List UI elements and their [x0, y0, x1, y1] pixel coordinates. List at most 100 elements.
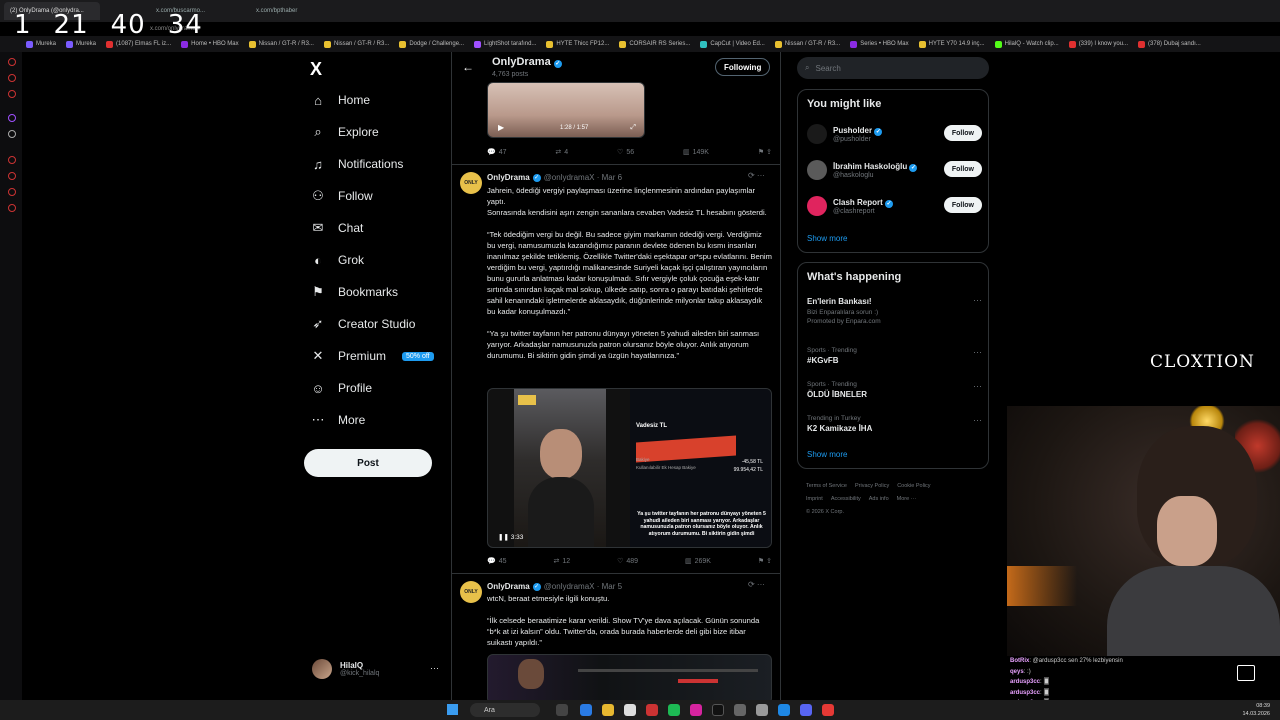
bookmark-item[interactable]: HYTE Y70 14.9 inç...: [918, 40, 985, 48]
address-bar[interactable]: x.com/onlydramaX: [90, 22, 1120, 36]
video-player[interactable]: [487, 654, 772, 700]
repost-button[interactable]: ⇄ 4: [555, 148, 568, 157]
trend-item[interactable]: Sports · Trending #KGvFB ···: [807, 347, 982, 365]
footer-link[interactable]: Ads info: [869, 496, 889, 502]
pause-icon[interactable]: ❚❚: [498, 534, 509, 541]
bookmark-item[interactable]: Mureka: [26, 40, 56, 48]
sidebar-app-icon[interactable]: [8, 74, 16, 82]
nav-item-grok[interactable]: ◐ Grok: [310, 252, 364, 268]
discord-icon[interactable]: [800, 704, 812, 716]
avatar[interactable]: ONLY: [460, 581, 482, 603]
bookmark-item[interactable]: Nissan / GT-R / R3...: [774, 40, 840, 48]
suggestion-row[interactable]: Clash Report ✓ @clashreport Follow: [807, 193, 982, 219]
spotify-icon[interactable]: [668, 704, 680, 716]
back-arrow-icon[interactable]: ←: [462, 60, 474, 74]
nav-item-profile[interactable]: ☺ Profile: [310, 380, 372, 396]
bookmark-item[interactable]: (339) I know you...: [1068, 40, 1128, 48]
sidebar-app-icon[interactable]: [8, 188, 16, 196]
bookmark-item[interactable]: (378) Dubaj sandı...: [1138, 40, 1201, 48]
opera-icon[interactable]: [646, 704, 658, 716]
footer-link[interactable]: Accessibility: [831, 496, 861, 502]
sidebar-app-icon[interactable]: [8, 130, 16, 138]
tweet-handle-date[interactable]: @onlydramaX · Mar 6: [544, 173, 622, 182]
like-button[interactable]: ♡ 56: [617, 148, 634, 157]
following-button[interactable]: Following: [715, 58, 771, 76]
tiktok-icon[interactable]: [712, 704, 724, 716]
bookmark-icon[interactable]: ⚑ ⇪: [758, 148, 772, 156]
instagram-icon[interactable]: [690, 704, 702, 716]
tweet-author[interactable]: OnlyDrama: [487, 582, 530, 591]
bookmark-item[interactable]: LightShot tarafınd...: [474, 40, 536, 48]
views-button[interactable]: ▥ 269K: [685, 557, 711, 566]
footer-link[interactable]: Imprint: [806, 496, 823, 502]
store-icon[interactable]: [624, 704, 636, 716]
footer-link[interactable]: Terms of Service: [806, 483, 847, 489]
bookmark-item[interactable]: Mureka: [66, 40, 96, 48]
start-icon[interactable]: [447, 704, 458, 715]
app-icon[interactable]: [756, 704, 768, 716]
app-icon[interactable]: [778, 704, 790, 716]
account-switcher[interactable]: HilalQ @kick_hilalq ···: [312, 659, 439, 679]
repost-button[interactable]: ⇄ 12: [553, 557, 570, 566]
nav-item-home[interactable]: ⌂ Home: [310, 92, 370, 108]
reply-button[interactable]: 💬 45: [487, 557, 507, 566]
nav-item-bookmarks[interactable]: ⚑ Bookmarks: [310, 284, 398, 300]
sidebar-app-icon[interactable]: [8, 204, 16, 212]
nav-item-more[interactable]: ⋯ More: [310, 412, 366, 428]
more-dots-icon[interactable]: ···: [430, 663, 439, 673]
avatar[interactable]: ONLY: [460, 172, 482, 194]
suggestion-row[interactable]: İbrahim Haskoloğlu ✓ @haskologlu Follow: [807, 157, 982, 183]
more-dots-icon[interactable]: ···: [973, 295, 982, 305]
more-dots-icon[interactable]: ···: [973, 415, 982, 425]
fullscreen-icon[interactable]: ⤢: [630, 124, 636, 132]
bookmark-item[interactable]: CapCut | Video Ed...: [700, 40, 765, 48]
nav-item-notifications[interactable]: ♫ Notifications: [310, 156, 403, 172]
video-player[interactable]: Vadesiz TL Bakiye Kullanılabilir Ek Hesa…: [487, 388, 772, 548]
taskbar-search[interactable]: Ara: [470, 703, 540, 717]
play-icon[interactable]: ▶: [498, 123, 504, 132]
trend-item[interactable]: Trending in Turkey K2 Kamikaze İHA ···: [807, 415, 982, 433]
search-input[interactable]: ⌕ Search: [797, 57, 989, 79]
trend-item[interactable]: Sports · Trending ÖLDÜ İBNELER ···: [807, 381, 982, 399]
suggestion-row[interactable]: Pusholder ✓ @pusholder Follow: [807, 121, 982, 147]
bookmark-item[interactable]: HYTE Thicc FP12...: [546, 40, 609, 48]
footer-link[interactable]: More ···: [897, 496, 917, 502]
bookmark-item[interactable]: Nissan / GT-R / R3...: [323, 40, 389, 48]
nav-item-explore[interactable]: ⌕ Explore: [310, 124, 378, 140]
more-dots-icon[interactable]: ···: [973, 381, 982, 391]
app-icon[interactable]: [822, 704, 834, 716]
tweet-author[interactable]: OnlyDrama: [487, 173, 530, 182]
more-dots-icon[interactable]: ⟳ ···: [748, 171, 765, 180]
sidebar-app-icon[interactable]: [8, 58, 16, 66]
bookmark-item[interactable]: Dodge / Challenge...: [399, 40, 464, 48]
nav-item-chat[interactable]: ✉ Chat: [310, 220, 364, 236]
nav-item-follow[interactable]: ⚇ Follow: [310, 188, 373, 204]
video-player[interactable]: ▶ 1:28 / 1:57 ⤢: [487, 82, 645, 138]
footer-link[interactable]: Privacy Policy: [855, 483, 889, 489]
tweet-handle-date[interactable]: @onlydramaX · Mar 5: [544, 582, 622, 591]
x-logo-icon[interactable]: X: [310, 59, 322, 80]
bookmark-item[interactable]: (1087) Elmas FL iz...: [106, 40, 171, 48]
post-button[interactable]: Post: [304, 449, 432, 477]
app-icon[interactable]: [734, 704, 746, 716]
sidebar-app-icon[interactable]: [8, 114, 16, 122]
bookmark-item[interactable]: Home • HBO Max: [181, 40, 239, 48]
nav-item-premium[interactable]: ✕ Premium 50% off: [310, 348, 434, 364]
sidebar-app-icon[interactable]: [8, 90, 16, 98]
trend-item[interactable]: En'lerin Bankası! Bizi Enparalılara soru…: [807, 295, 982, 325]
views-button[interactable]: ▥ 149K: [683, 148, 709, 157]
follow-button[interactable]: Follow: [943, 161, 982, 177]
reply-button[interactable]: 💬 47: [487, 148, 507, 157]
edge-icon[interactable]: [580, 704, 592, 716]
bookmark-item[interactable]: CORSAIR RS Series...: [619, 40, 690, 48]
folder-icon[interactable]: [602, 704, 614, 716]
show-more-link[interactable]: Show more: [807, 450, 847, 459]
like-button[interactable]: ♡ 489: [617, 557, 638, 566]
sidebar-app-icon[interactable]: [8, 172, 16, 180]
bookmark-icon[interactable]: ⚑ ⇪: [758, 557, 772, 565]
footer-link[interactable]: Cookie Policy: [897, 483, 930, 489]
bookmark-item[interactable]: Series • HBO Max: [850, 40, 909, 48]
taskview-icon[interactable]: [556, 704, 568, 716]
more-dots-icon[interactable]: ···: [973, 347, 982, 357]
bookmark-item[interactable]: Nissan / GT-R / R3...: [248, 40, 314, 48]
